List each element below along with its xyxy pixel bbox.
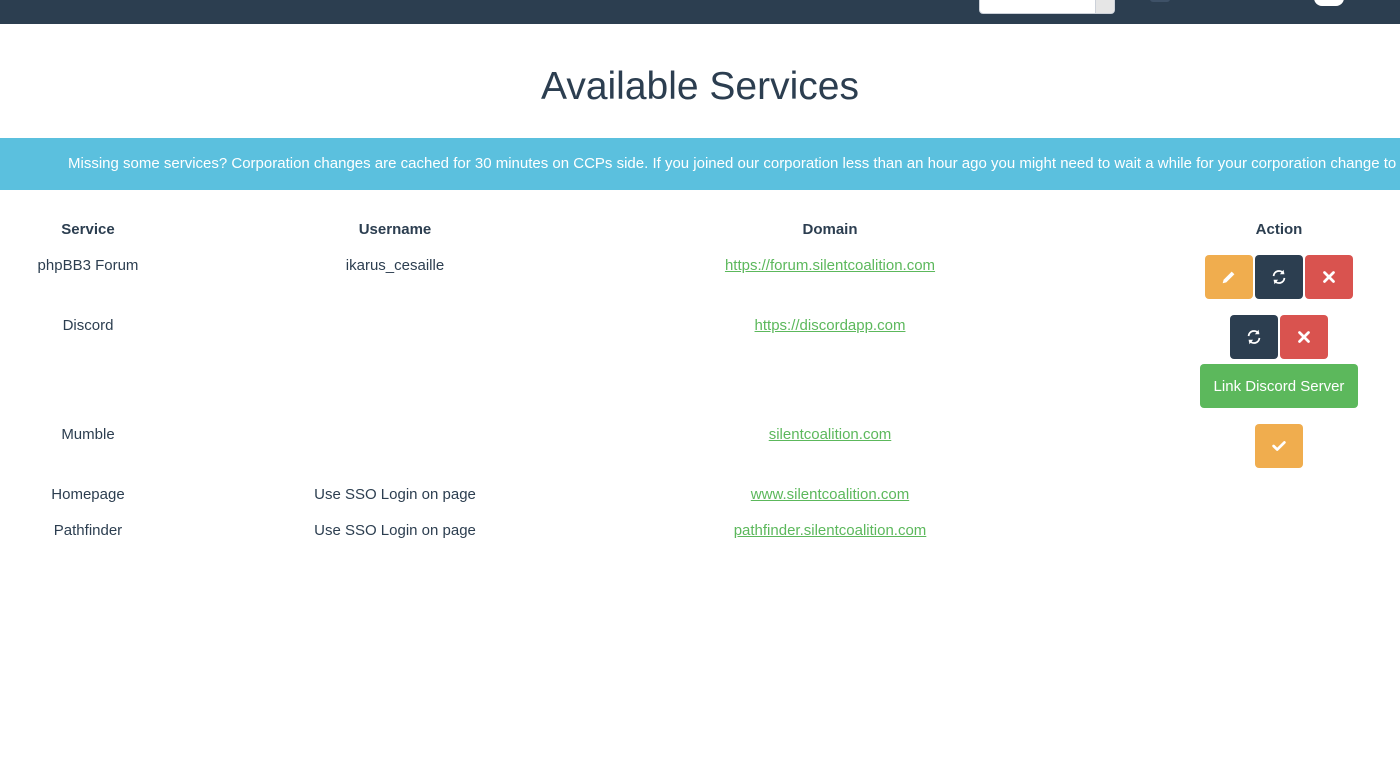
close-icon (1298, 331, 1310, 343)
deactivate-discord-button[interactable] (1280, 315, 1328, 359)
header-username: Username (358, 221, 432, 238)
navbar-item[interactable] (1150, 0, 1170, 2)
domain-link[interactable]: silentcoalition.com (769, 426, 892, 443)
language-select[interactable] (979, 0, 1115, 14)
row-domain: pathfinder.silentcoalition.com (650, 522, 1010, 540)
row-domain: www.silentcoalition.com (650, 486, 1010, 504)
row-service: Homepage (51, 486, 125, 503)
info-banner-text: Missing some services? Corporation chang… (68, 155, 1400, 172)
refresh-icon (1272, 269, 1286, 285)
row-service: Pathfinder (53, 522, 123, 539)
row-domain: https://forum.silentcoalition.com (650, 257, 1010, 275)
top-navbar (0, 0, 1400, 24)
header-domain: Domain (802, 221, 858, 238)
row-service: phpBB3 Forum (37, 257, 139, 274)
domain-link[interactable]: pathfinder.silentcoalition.com (734, 522, 927, 539)
domain-link[interactable]: www.silentcoalition.com (751, 486, 909, 503)
deactivate-button[interactable] (1305, 255, 1353, 299)
reset-discord-button[interactable] (1230, 315, 1278, 359)
link-discord-server-button[interactable]: Link Discord Server (1200, 364, 1358, 408)
checkmark-icon (1272, 441, 1286, 451)
edit-button[interactable] (1205, 255, 1253, 299)
row-username: Use SSO Login on page (314, 486, 476, 503)
refresh-icon (1247, 329, 1261, 345)
activate-mumble-button[interactable] (1255, 424, 1303, 468)
row-username: Use SSO Login on page (314, 522, 476, 539)
row-domain: silentcoalition.com (650, 426, 1010, 444)
select-caret[interactable] (1095, 0, 1114, 13)
pencil-icon (1222, 271, 1235, 284)
domain-link[interactable]: https://discordapp.com (755, 317, 906, 334)
close-icon (1323, 271, 1335, 283)
domain-link[interactable]: https://forum.silentcoalition.com (725, 257, 935, 274)
reset-password-button[interactable] (1255, 255, 1303, 299)
header-service: Service (61, 221, 115, 238)
info-banner: Missing some services? Corporation chang… (0, 138, 1400, 190)
row-service: Discord (62, 317, 114, 334)
row-username: ikarus_cesaille (345, 257, 445, 274)
page-title: Available Services (541, 65, 859, 108)
user-avatar[interactable] (1314, 0, 1344, 6)
header-action: Action (1255, 221, 1303, 238)
row-service: Mumble (61, 426, 115, 443)
row-domain: https://discordapp.com (650, 317, 1010, 335)
